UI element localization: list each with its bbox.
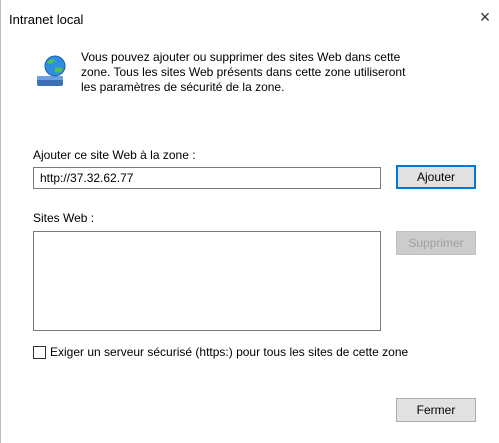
require-https-label[interactable]: Exiger un serveur sécurisé (https:) pour… xyxy=(50,345,408,359)
dialog-title: Intranet local xyxy=(9,12,84,27)
site-url-input[interactable] xyxy=(33,167,381,189)
sites-list[interactable] xyxy=(33,231,381,331)
add-site-label: Ajouter ce site Web à la zone : xyxy=(33,148,196,162)
intranet-local-dialog: Intranet local × Vous pouvez ajouter ou … xyxy=(0,0,499,443)
info-line: les paramètres de sécurité de la zone. xyxy=(81,80,285,94)
close-dialog-button[interactable]: Fermer xyxy=(396,398,476,422)
intranet-globe-icon xyxy=(37,55,66,86)
remove-button: Supprimer xyxy=(396,231,476,255)
require-https-checkbox[interactable] xyxy=(33,346,46,359)
zone-info-text: Vous pouvez ajouter ou supprimer des sit… xyxy=(81,50,481,95)
close-icon: × xyxy=(479,6,491,27)
add-button[interactable]: Ajouter xyxy=(396,165,476,189)
sites-list-label: Sites Web : xyxy=(33,211,95,225)
info-line: zone. Tous les sites Web présents dans c… xyxy=(81,65,406,79)
close-button[interactable]: × xyxy=(475,6,495,28)
info-line: Vous pouvez ajouter ou supprimer des sit… xyxy=(81,50,401,64)
